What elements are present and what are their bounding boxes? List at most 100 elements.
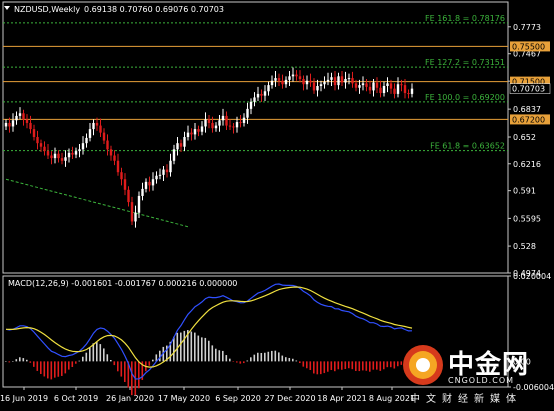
candle-body [151,179,155,186]
macd-histogram-bar [358,361,361,372]
candle-body [15,115,18,121]
macd-histogram-bar [250,357,252,362]
candle-body [8,122,11,127]
candle-body [22,113,25,120]
candle-body [263,91,267,96]
macd-histogram-bar [92,343,95,362]
candle-body [284,79,288,85]
candle-body [64,157,67,161]
candle-body [127,189,130,203]
macd-histogram-bar [327,361,329,372]
candle-body [148,181,151,186]
x-tick-label: 26 Jan 2020 [106,394,154,403]
macd-histogram-bar [61,361,63,376]
macd-histogram-bar [299,361,301,364]
candle-body [302,78,305,85]
candle-body [11,120,15,127]
macd-histogram-bar [36,361,39,371]
macd-histogram-bar [393,361,396,369]
candle-body [67,152,71,158]
candle-body [365,83,368,87]
macd-histogram-bar [138,361,140,389]
macd-histogram-bar [78,360,81,362]
candle-body [361,83,365,86]
chart-header-ohlc: 0.69138 0.70760 0.69076 0.70703 [84,5,224,14]
macd-histogram-bar [208,340,210,362]
candle-body [239,122,242,124]
macd-histogram-bar [274,350,277,362]
candle-body [165,169,169,173]
candle-body [95,122,99,126]
macd-histogram-bar [351,361,354,370]
candle-body [407,93,410,95]
macd-histogram-bar [225,355,228,362]
candle-body [214,125,218,129]
candle-body [270,80,274,86]
candle-body [277,78,281,81]
trendline [5,178,189,228]
macd-line [5,283,413,380]
candle-body [400,84,403,86]
macd-histogram-bar [383,361,385,370]
macd-histogram-bar [124,361,126,382]
macd-y-label: 0.020004 [513,272,551,281]
macd-title: MACD(12,26,9) -0.001601 -0.001767 0.0002… [8,279,237,288]
macd-histogram-bar [33,361,35,367]
candle-body [368,86,372,91]
macd-histogram-bar [344,361,347,370]
candle-body [109,149,113,156]
macd-histogram-bar [22,358,25,362]
candle-body [183,137,186,147]
collapse-icon[interactable] [4,6,10,10]
macd-histogram-bar [320,361,322,375]
candle-body [134,212,137,222]
y-tick-label: 0.7773 [513,23,541,32]
macd-histogram-bar [271,350,273,362]
macd-histogram-bar [12,361,14,362]
macd-histogram-bar [68,361,70,370]
candle-body [218,120,221,126]
macd-histogram-bar [243,361,245,364]
macd-histogram-bar [302,361,305,367]
candle-body [298,76,302,79]
candle-body [155,175,158,180]
candle-body [221,115,225,121]
macd-histogram-bar [397,361,399,367]
macd-histogram-bar [75,361,77,364]
macd-histogram-bar [103,348,105,362]
candle-body [347,78,351,80]
macd-histogram-bar [236,361,238,363]
candle-body [176,143,179,150]
macd-histogram-bar [264,352,266,362]
macd-histogram-bar [194,332,196,362]
macd-histogram-bar [253,354,256,362]
macd-histogram-bar [201,337,203,362]
candle-body [354,83,358,88]
candle-body [172,149,176,161]
current-price-label: 0.70703 [512,85,545,94]
candle-body [43,146,46,152]
macd-histogram-bar [365,361,368,371]
candle-body [312,82,316,91]
macd-histogram-bar [99,344,102,362]
candle-body [323,81,326,85]
candle-body [71,152,74,155]
macd-histogram-bar [43,361,46,377]
macd-histogram-bar [232,361,235,362]
candle-body [197,129,200,132]
macd-histogram-bar [222,350,224,362]
macd-histogram-bar [267,351,270,362]
macd-histogram-bar [71,361,74,367]
macd-histogram-bar [316,361,319,375]
candle-body [281,80,284,85]
candle-body [4,122,8,127]
candle-body [32,129,36,138]
macd-histogram-bar [5,361,7,362]
y-tick-label: 0.6837 [513,105,541,114]
macd-histogram-bar [40,361,42,374]
candle-body [316,86,319,91]
watermark-url: CNGOLD.COM [448,376,515,385]
macd-histogram-bar [204,337,207,362]
candle-body [193,129,197,135]
candle-body [253,97,256,102]
